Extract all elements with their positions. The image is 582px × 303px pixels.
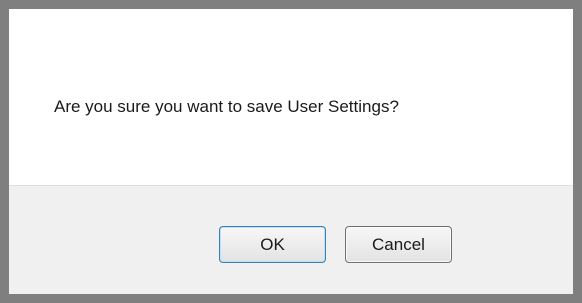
cancel-button[interactable]: Cancel (345, 226, 452, 263)
dialog-content: Are you sure you want to save User Setti… (9, 9, 573, 185)
dialog-footer: OK Cancel (9, 185, 573, 294)
dialog-message: Are you sure you want to save User Setti… (54, 97, 399, 116)
confirm-dialog: Are you sure you want to save User Setti… (0, 0, 582, 303)
ok-button[interactable]: OK (219, 226, 326, 263)
